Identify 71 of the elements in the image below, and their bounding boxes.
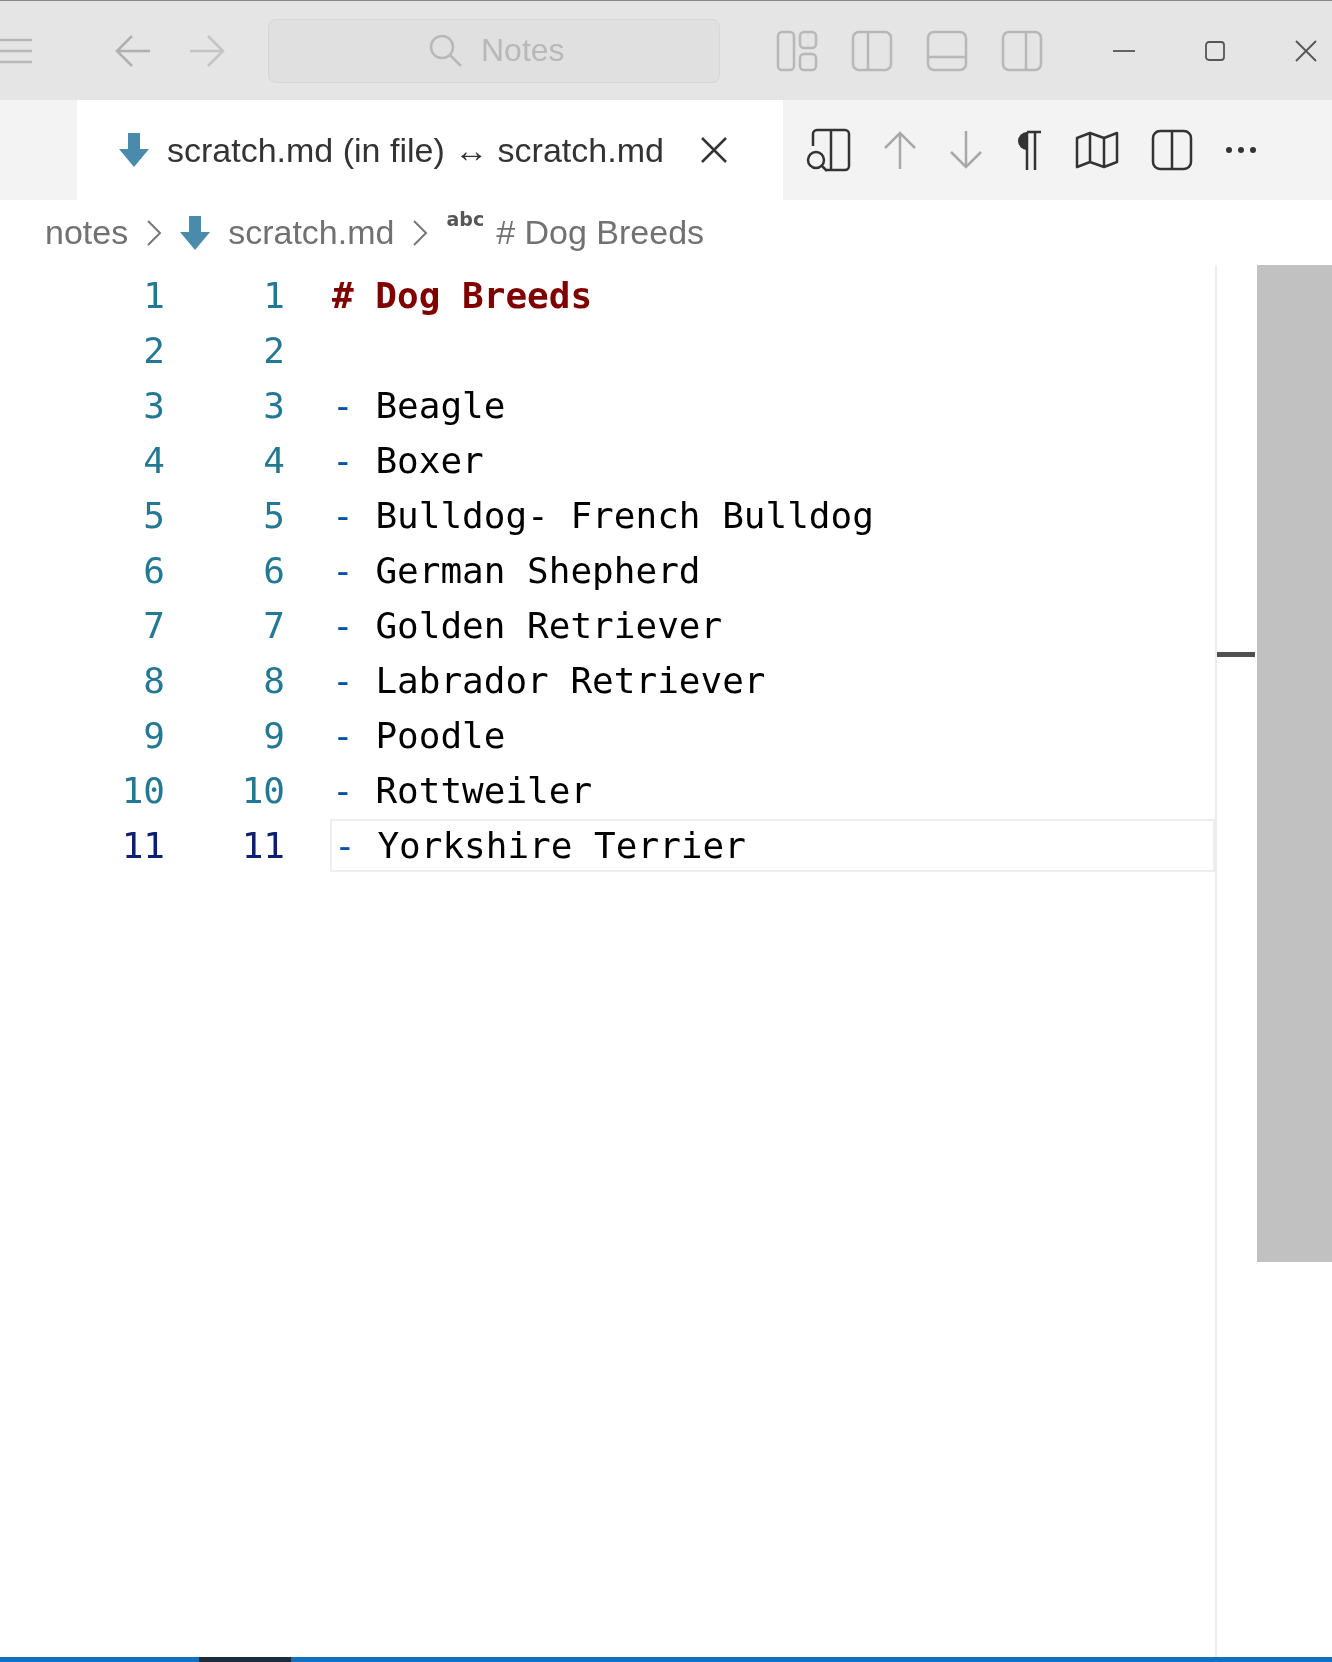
line-number: 10 [240,770,285,811]
line-number: 5 [262,495,285,536]
line-number: 8 [262,660,285,701]
close-icon[interactable] [699,136,728,164]
code-text: Bulldog- French Bulldog [375,495,874,536]
line-number: 10 [120,770,165,811]
sidebar-right-icon[interactable] [1001,29,1043,72]
line-number: 5 [142,495,165,536]
panel-bottom-icon[interactable] [926,29,968,72]
line-number: 3 [142,385,165,426]
list-marker: - [332,715,354,756]
list-marker: - [332,605,354,646]
pilcrow-icon[interactable] [1015,130,1043,170]
split-editor-icon[interactable] [1151,129,1193,171]
down-arrow-icon[interactable] [949,130,983,170]
line-number: 3 [262,385,285,426]
chevron-right-icon [412,218,429,247]
code-text: Poodle [375,715,506,756]
code-text: Golden Retriever [375,605,723,646]
list-marker: - [332,385,354,426]
line-number: 7 [142,605,165,646]
line-number: 9 [142,715,165,756]
download-arrow-icon [180,215,211,250]
line-number: 6 [142,550,165,591]
menu-icon[interactable] [0,36,34,65]
code-text: Boxer [375,440,484,481]
minimize-icon[interactable] [1113,48,1135,53]
layout-grid-icon[interactable] [776,29,818,72]
list-marker: - [332,550,354,591]
download-arrow-icon [119,133,149,167]
code-text: Yorkshire Terrier [377,825,746,866]
forward-arrow-icon[interactable] [188,33,226,68]
line-number: 9 [262,715,285,756]
list-marker: - [334,825,356,866]
line-number: 11 [120,825,165,866]
line-number: 4 [142,440,165,481]
maximize-icon[interactable] [1205,40,1225,61]
line-number: 6 [262,550,285,591]
code-text: Labrador Retriever [375,660,766,701]
scrollbar-thumb[interactable] [1257,265,1332,1262]
search-icon [428,32,464,69]
line-number: 7 [262,605,285,646]
breadcrumb-item[interactable]: # Dog Breeds [496,213,705,252]
sidebar-left-icon[interactable] [851,29,893,72]
close-icon[interactable] [1295,39,1317,62]
up-arrow-icon[interactable] [883,130,917,170]
back-arrow-icon[interactable] [114,33,152,68]
line-number: 1 [262,275,285,316]
heading-text: # Dog Breeds [332,275,593,316]
line-number: 2 [142,330,165,371]
line-number: 1 [142,275,165,316]
chevron-right-icon [146,218,163,247]
map-icon[interactable] [1075,131,1119,169]
breadcrumb-item[interactable]: notes [45,213,129,252]
list-marker: - [332,495,354,536]
search-document-icon[interactable] [805,128,851,172]
editor-tab[interactable]: scratch.md (in file) ↔ scratch.md [77,100,783,200]
code-text: Beagle [375,385,506,426]
code-text: German Shepherd [375,550,701,591]
list-marker: - [332,440,354,481]
line-number: 2 [262,330,285,371]
line-number: 4 [262,440,285,481]
more-icon[interactable] [1225,146,1257,154]
line-number: 8 [142,660,165,701]
ruler-marker [1217,652,1255,657]
list-marker: - [332,660,354,701]
symbol-label: abc [446,208,485,230]
line-number: 11 [240,825,285,866]
breadcrumb-item[interactable]: scratch.md [228,213,395,252]
code-text: Rottweiler [375,770,593,811]
list-marker: - [332,770,354,811]
